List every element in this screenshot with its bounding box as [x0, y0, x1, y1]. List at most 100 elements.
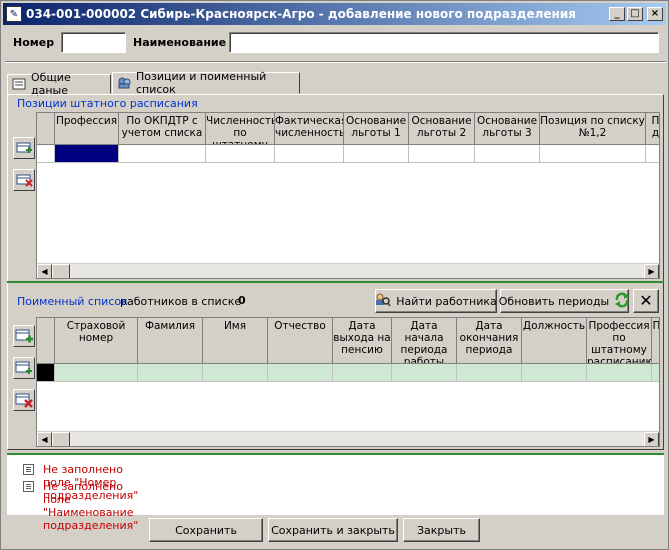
scroll-thumb[interactable] [52, 432, 70, 446]
document-icon [12, 78, 26, 90]
close-button[interactable]: × [647, 7, 663, 21]
employees-count: 0 [238, 294, 246, 307]
table-cell[interactable] [119, 145, 206, 163]
col-period-start[interactable]: Дата начала периода работы [392, 318, 457, 364]
table-cell[interactable] [540, 145, 646, 163]
tab-general[interactable]: Общие даные [7, 71, 111, 97]
table-cell[interactable] [475, 145, 540, 163]
add-row-icon [15, 329, 33, 343]
title-bar[interactable]: ✎ 034-001-000002 Сибирь-Красноярск-Агро … [3, 3, 666, 25]
row-indicator [37, 364, 55, 382]
table-cell[interactable] [206, 145, 275, 163]
find-user-icon [375, 293, 391, 310]
scroll-right-button[interactable]: ▶ [644, 432, 659, 446]
save-close-button[interactable]: Сохранить и закрыть [268, 518, 398, 542]
positions-header-row: Профессия По ОКПДТР с учетом списка Числ… [37, 113, 659, 145]
insert-row-icon [15, 361, 32, 374]
table-cell[interactable] [646, 145, 659, 163]
app-icon: ✎ [6, 6, 22, 22]
table-cell[interactable] [55, 364, 138, 382]
maximize-button[interactable]: □ [627, 7, 643, 21]
add-employee-button[interactable] [13, 325, 35, 347]
col-okpdtr[interactable]: По ОКПДТР с учетом списка [119, 113, 206, 145]
col-insurance-number[interactable]: Страховой номер [55, 318, 138, 364]
users-icon [117, 77, 131, 89]
add-employee-alt-button[interactable] [13, 357, 35, 379]
table-cell[interactable] [203, 364, 268, 382]
tab-positions-label: Позиции и поименный список [136, 70, 267, 96]
number-label: Номер [13, 36, 55, 49]
window-title: 034-001-000002 Сибирь-Красноярск-Агро - … [26, 7, 576, 21]
col-staff-profession[interactable]: Профессия по штатному расписанию [587, 318, 652, 364]
close-form-button[interactable]: Закрыть [403, 518, 480, 542]
col-truncated[interactable]: П д [646, 113, 659, 145]
splitter[interactable] [7, 281, 664, 283]
col-staff-count[interactable]: Численность по штатному [206, 113, 275, 145]
table-cell[interactable] [587, 364, 652, 382]
col-truncated[interactable]: П [652, 318, 659, 364]
employees-hscrollbar[interactable]: ◀ ▶ [37, 431, 659, 446]
col-benefit-basis-1[interactable]: Основание льготы 1 [344, 113, 409, 145]
tab-positions[interactable]: Позиции и поименный список [112, 70, 300, 96]
col-list-position[interactable]: Позиция по списку №1,2 [540, 113, 646, 145]
table-cell[interactable] [522, 364, 587, 382]
table-cell[interactable] [333, 364, 392, 382]
main-window: ✎ 034-001-000002 Сибирь-Красноярск-Агро … [0, 0, 669, 550]
col-profession[interactable]: Профессия [55, 113, 119, 145]
employees-list-link[interactable]: Поименный список [17, 295, 128, 308]
row-indicator [37, 145, 55, 163]
scroll-left-button[interactable]: ◀ [37, 264, 52, 278]
minimize-button[interactable]: _ [609, 7, 625, 21]
scroll-left-button[interactable]: ◀ [37, 432, 52, 446]
col-surname[interactable]: Фамилия [138, 318, 203, 364]
col-actual-count[interactable]: Фактическая численность [275, 113, 344, 145]
employees-count-label: работников в списке [120, 295, 242, 308]
find-employee-label: Найти работника [396, 294, 497, 308]
table-cell[interactable] [409, 145, 475, 163]
employees-header-row: Страховой номер Фамилия Имя Отчество Дат… [37, 318, 659, 364]
table-cell[interactable] [652, 364, 659, 382]
employees-grid[interactable]: Страховой номер Фамилия Имя Отчество Дат… [36, 317, 660, 447]
selected-cell[interactable] [55, 145, 119, 163]
update-periods-label: Обновить периоды [498, 294, 610, 308]
find-employee-button[interactable]: Найти работника [375, 289, 497, 313]
add-position-button[interactable] [13, 137, 35, 159]
header-separator [5, 61, 666, 63]
col-patronymic[interactable]: Отчество [268, 318, 333, 364]
message-text: Не заполнено поле "Наименование подразде… [43, 480, 139, 532]
table-cell[interactable] [268, 364, 333, 382]
table-cell[interactable] [138, 364, 203, 382]
table-cell[interactable] [457, 364, 522, 382]
positions-caption: Позиции штатного расписания [17, 97, 198, 110]
row-indicator-header [37, 318, 55, 364]
delete-position-button[interactable] [13, 169, 35, 191]
name-input[interactable] [229, 32, 659, 53]
col-retirement-date[interactable]: Дата выхода на пенсию [333, 318, 392, 364]
table-cell[interactable] [392, 364, 457, 382]
positions-grid[interactable]: Профессия По ОКПДТР с учетом списка Числ… [36, 112, 660, 279]
table-cell[interactable] [344, 145, 409, 163]
delete-row-icon [16, 174, 33, 187]
col-benefit-basis-2[interactable]: Основание льготы 2 [409, 113, 475, 145]
close-x-icon: ✕ [639, 291, 653, 310]
message-icon [23, 464, 34, 475]
save-button[interactable]: Сохранить [149, 518, 263, 542]
validation-messages: Не заполнено поле "Номер подразделения" … [7, 453, 664, 532]
scroll-thumb[interactable] [52, 264, 70, 278]
delete-employee-button[interactable] [13, 389, 35, 411]
table-row[interactable] [37, 145, 659, 163]
col-first-name[interactable]: Имя [203, 318, 268, 364]
scroll-right-button[interactable]: ▶ [644, 264, 659, 278]
col-period-end[interactable]: Дата окончания периода [457, 318, 522, 364]
clear-button[interactable]: ✕ [633, 289, 659, 313]
row-indicator-header [37, 113, 55, 145]
col-benefit-basis-3[interactable]: Основание льготы 3 [475, 113, 540, 145]
table-cell[interactable] [275, 145, 344, 163]
name-label: Наименование [133, 36, 227, 49]
number-input[interactable] [61, 32, 126, 53]
update-periods-button[interactable]: Обновить периоды [498, 289, 630, 313]
positions-hscrollbar[interactable]: ◀ ▶ [37, 263, 659, 278]
col-position[interactable]: Должность [522, 318, 587, 364]
add-row-icon [16, 142, 32, 153]
table-row[interactable] [37, 364, 659, 382]
